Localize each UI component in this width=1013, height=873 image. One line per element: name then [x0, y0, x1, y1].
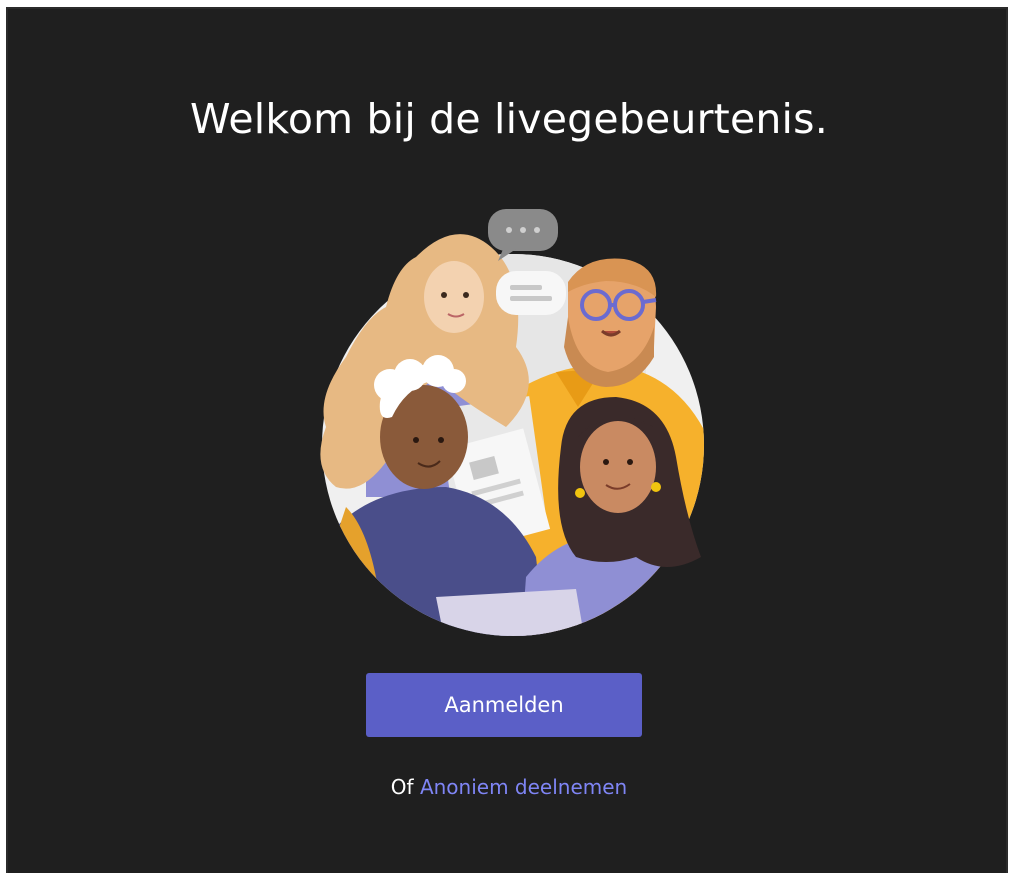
anonymous-join-link[interactable]: Anoniem deelnemen	[420, 775, 627, 799]
welcome-title: Welkom bij de livegebeurtenis.	[190, 95, 828, 143]
live-event-welcome-window: Welkom bij de livegebeurtenis. Aanmelden…	[6, 7, 1008, 873]
alt-prefix: Of	[390, 775, 414, 799]
people-collaboration-illustration	[320, 209, 704, 636]
anonymous-join-line: Of Anoniem deelnemen	[8, 775, 1010, 799]
signin-button[interactable]: Aanmelden	[366, 673, 642, 737]
